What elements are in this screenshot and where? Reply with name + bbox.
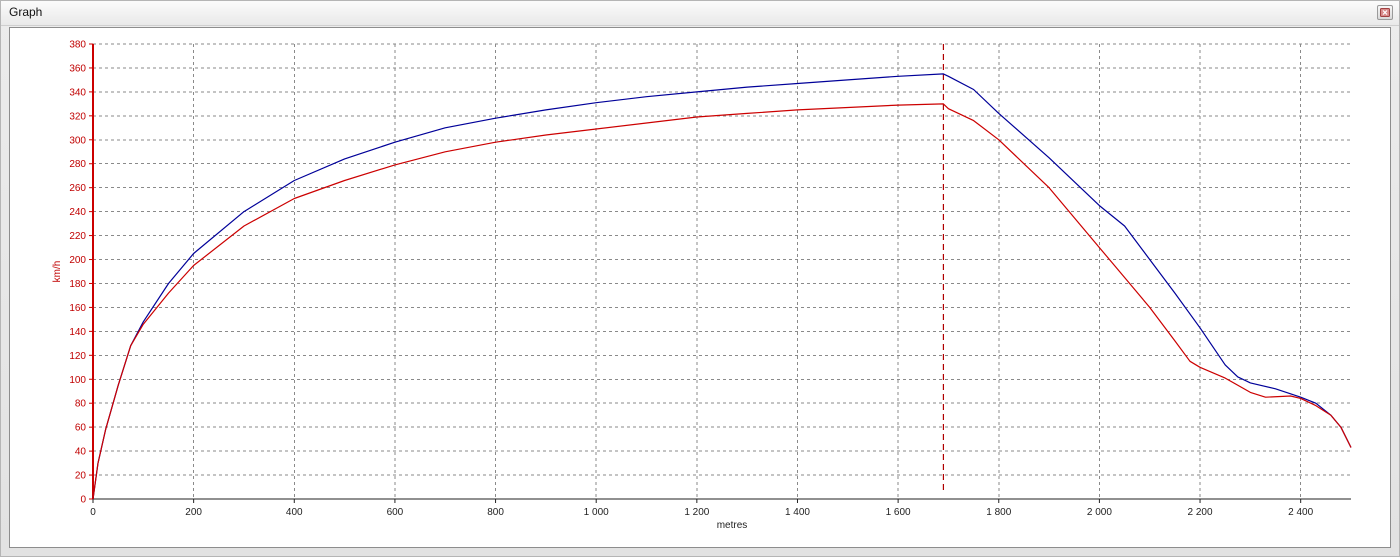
y-tick-label: 100 (69, 375, 86, 386)
y-tick-label: 200 (69, 255, 86, 266)
close-button[interactable] (1377, 5, 1393, 20)
x-tick-label: 600 (387, 507, 404, 518)
y-tick-label: 220 (69, 231, 86, 242)
y-tick-label: 60 (75, 423, 87, 434)
x-tick-label: 800 (487, 507, 504, 518)
x-tick-label: 2 200 (1188, 507, 1213, 518)
y-tick-label: 0 (80, 495, 86, 506)
close-icon (1380, 8, 1390, 17)
y-tick-label: 180 (69, 279, 86, 290)
speed-distance-chart: 0 20 40 60 80 100 120 140 160 180 200 220 240 260 280 3… (52, 40, 1352, 531)
graph-window: Graph 0 20 40 60 80 100 120 140 160 180 200 220 240 2… (0, 0, 1400, 557)
x-tick-label: 1 200 (684, 507, 709, 518)
x-tick-label: 400 (286, 507, 303, 518)
y-tick-label: 240 (69, 207, 86, 218)
x-tick-label: 2 400 (1288, 507, 1313, 518)
plot-background (93, 44, 1351, 499)
x-tick-label: 1 400 (785, 507, 810, 518)
x-tick-label: 200 (185, 507, 202, 518)
y-tick-label: 300 (69, 135, 86, 146)
y-axis-label: km/h (52, 261, 63, 283)
title-bar[interactable]: Graph (1, 1, 1399, 26)
plot-area[interactable]: 0 20 40 60 80 100 120 140 160 180 200 220 240 260 280 3… (9, 27, 1391, 548)
x-tick-label: 0 (90, 507, 96, 518)
y-tick-label: 80 (75, 399, 87, 410)
y-tick-label: 340 (69, 87, 86, 98)
y-tick-label: 380 (69, 40, 86, 51)
y-tick-label: 40 (75, 447, 87, 458)
x-axis-label: metres (717, 520, 748, 531)
y-tick-label: 140 (69, 327, 86, 338)
y-tick-label: 280 (69, 159, 86, 170)
y-tick-label: 20 (75, 471, 87, 482)
x-tick-label: 1 000 (584, 507, 609, 518)
y-tick-label: 320 (69, 111, 86, 122)
x-tick-label: 1 800 (986, 507, 1011, 518)
y-tick-label: 120 (69, 351, 86, 362)
x-tick-label: 1 600 (886, 507, 911, 518)
y-tick-label: 360 (69, 63, 86, 74)
window-title: Graph (9, 5, 43, 19)
y-tick-label: 160 (69, 303, 86, 314)
y-tick-label: 260 (69, 183, 86, 194)
x-tick-label: 2 000 (1087, 507, 1112, 518)
